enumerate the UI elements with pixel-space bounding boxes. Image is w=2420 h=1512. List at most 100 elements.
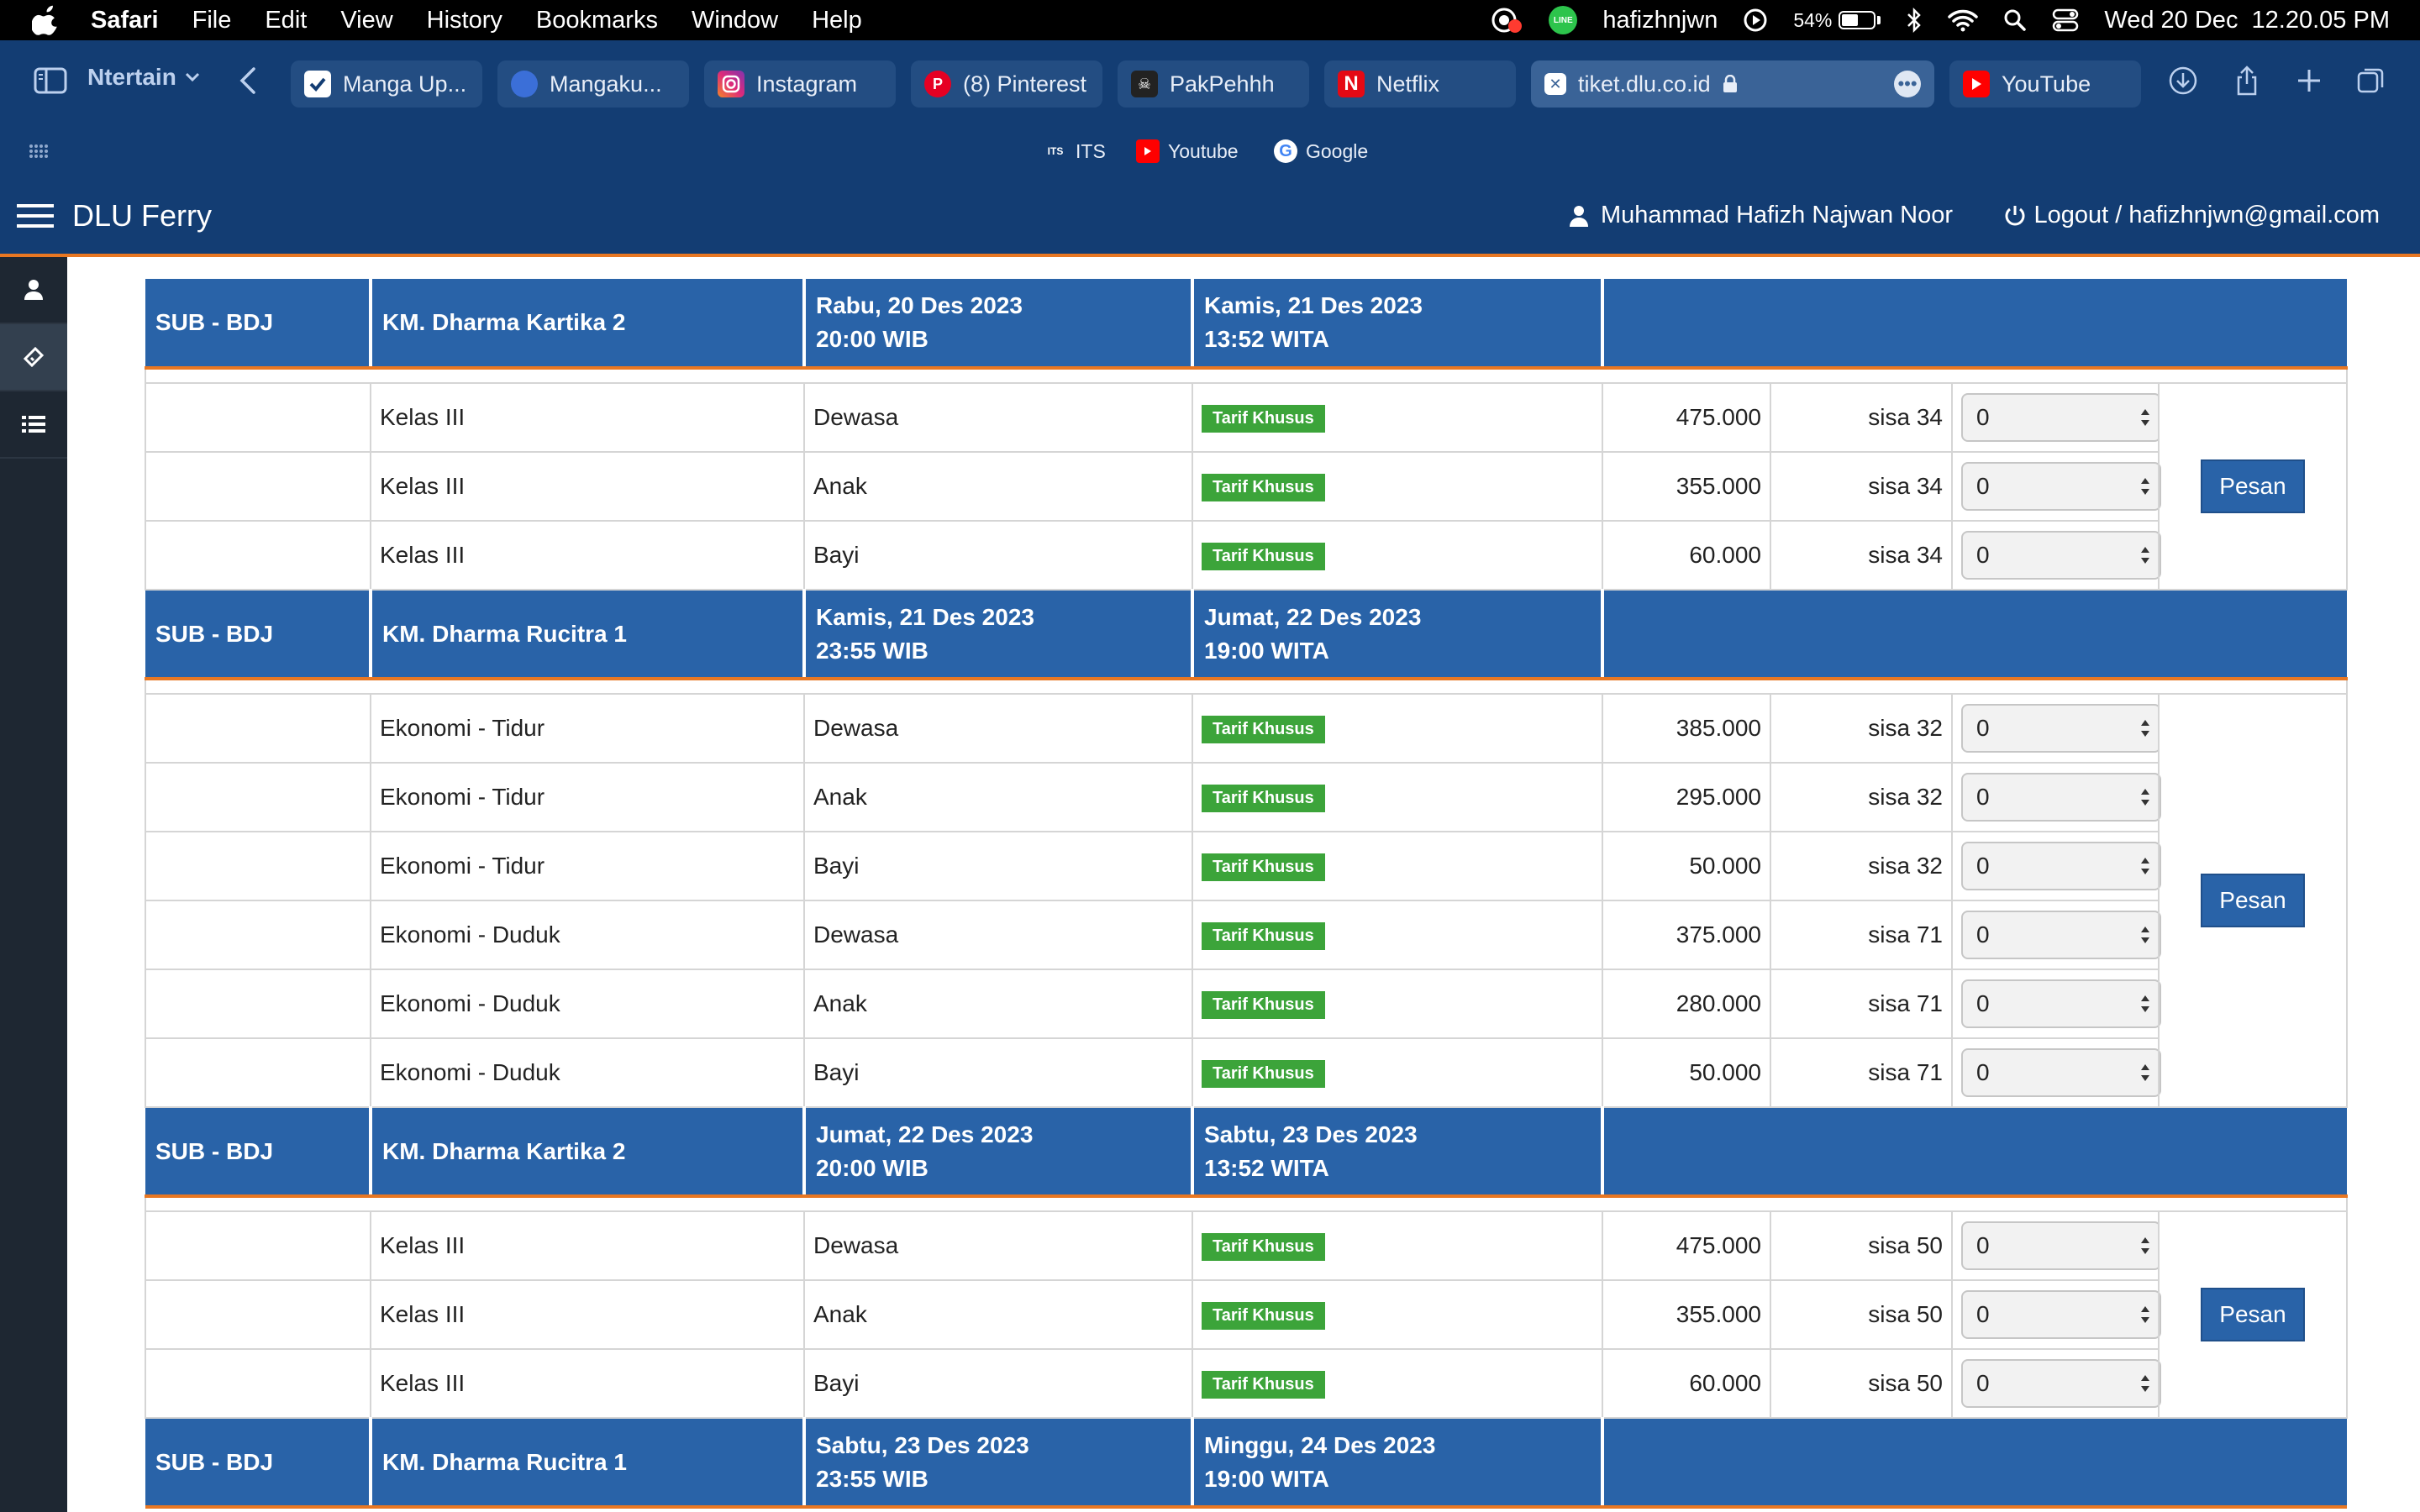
user-profile[interactable]: Muhammad Hafizh Najwan Noor: [1569, 202, 1953, 229]
tab-mangaku[interactable]: Mangaku...: [497, 60, 689, 108]
select-arrows-icon: [2141, 1064, 2149, 1081]
fare-remaining: sisa 50: [1770, 1279, 1953, 1350]
bluetooth-icon[interactable]: [1906, 7, 1923, 34]
menubar-clock[interactable]: Wed 20 Dec 12.20.05 PM: [2104, 7, 2390, 34]
quantity-select[interactable]: 0: [1961, 842, 2161, 890]
trip-route: SUB - BDJ: [145, 279, 372, 370]
favorite-its[interactable]: ITS ITS: [1044, 139, 1106, 163]
sidebar-item-list[interactable]: [0, 391, 67, 459]
tab-tiket-dlu-active[interactable]: ✕ tiket.dlu.co.id •••: [1531, 60, 1934, 108]
back-arrow-icon[interactable]: [237, 66, 260, 96]
tab-netflix[interactable]: N Netflix: [1324, 60, 1516, 108]
wifi-icon[interactable]: [1948, 8, 1979, 32]
favorite-google[interactable]: G Google: [1274, 139, 1368, 163]
quantity-select[interactable]: 0: [1961, 704, 2161, 753]
menu-history[interactable]: History: [427, 7, 502, 34]
menu-file[interactable]: File: [192, 7, 232, 34]
download-icon[interactable]: [2168, 66, 2198, 96]
fare-action-cell: Pesan: [2158, 1210, 2348, 1419]
arrival-date: Minggu, 24 Des 2023: [1204, 1431, 1436, 1458]
macos-menubar: Safari File Edit View History Bookmarks …: [0, 0, 2420, 40]
quantity-select[interactable]: 0: [1961, 531, 2161, 580]
quantity-select[interactable]: 0: [1961, 1290, 2161, 1339]
menu-bookmarks[interactable]: Bookmarks: [536, 7, 658, 34]
logout-link[interactable]: Logout / hafizhnjwn@gmail.com: [2004, 202, 2380, 229]
pesan-button[interactable]: Pesan: [2201, 459, 2305, 513]
quantity-select[interactable]: 0: [1961, 979, 2161, 1028]
sidebar-item-profile[interactable]: [0, 257, 67, 324]
fare-passenger-type: Dewasa: [803, 900, 1193, 970]
fare-blank-cell: [145, 900, 371, 970]
menu-safari[interactable]: Safari: [91, 7, 159, 34]
quantity-select[interactable]: 0: [1961, 462, 2161, 511]
fare-passenger-type: Anak: [803, 1279, 1193, 1350]
netflix-icon: N: [1338, 71, 1365, 97]
tarif-khusus-badge: Tarif Khusus: [1202, 991, 1325, 1019]
tarif-khusus-badge: Tarif Khusus: [1202, 785, 1325, 812]
trip-departure: Rabu, 20 Des 2023 20:00 WIB: [804, 279, 1194, 370]
apps-grid-icon[interactable]: [29, 143, 49, 160]
fare-qty-cell: 0: [1951, 1037, 2161, 1108]
departure-time: 20:00 WIB: [816, 1154, 929, 1181]
fare-blank-cell: [145, 520, 371, 591]
quantity-select[interactable]: 0: [1961, 1359, 2161, 1408]
sidebar-item-tickets[interactable]: [0, 324, 67, 391]
fare-remaining: sisa 32: [1770, 831, 1953, 901]
quantity-value: 0: [1976, 404, 1990, 430]
select-arrows-icon: [2141, 789, 2149, 806]
control-center-icon[interactable]: [2052, 8, 2079, 32]
sidebar-toggle-icon[interactable]: [34, 67, 67, 94]
battery-status[interactable]: 54%: [1793, 9, 1881, 32]
pesan-button[interactable]: Pesan: [2201, 1288, 2305, 1341]
tab-overview-icon[interactable]: [2356, 66, 2386, 96]
apple-icon[interactable]: [32, 5, 60, 35]
pesan-button[interactable]: Pesan: [2201, 874, 2305, 927]
tab-youtube[interactable]: YouTube: [1949, 60, 2141, 108]
new-tab-plus-icon[interactable]: [2294, 66, 2324, 96]
menu-window[interactable]: Window: [692, 7, 778, 34]
fare-tag-cell: Tarif Khusus: [1192, 1348, 1603, 1419]
quantity-select[interactable]: 0: [1961, 1221, 2161, 1270]
fare-class: Kelas III: [370, 451, 805, 522]
fare-tag-cell: Tarif Khusus: [1192, 382, 1603, 453]
quantity-select[interactable]: 0: [1961, 393, 2161, 442]
fare-row: Ekonomi - Tidur Anak Tarif Khusus 295.00…: [145, 762, 2347, 832]
tarif-khusus-badge: Tarif Khusus: [1202, 853, 1325, 881]
user-icon: [1569, 205, 1588, 227]
fare-qty-cell: 0: [1951, 693, 2161, 764]
fare-row: Kelas III Anak Tarif Khusus 355.000 sisa…: [145, 451, 2347, 522]
fare-passenger-type: Bayi: [803, 1348, 1193, 1419]
fare-remaining: sisa 34: [1770, 451, 1953, 522]
hamburger-menu-icon[interactable]: [17, 203, 54, 228]
arrival-time: 13:52 WITA: [1204, 1154, 1329, 1181]
fare-price: 475.000: [1602, 382, 1771, 453]
screen-record-icon[interactable]: [1490, 6, 1523, 34]
tab-pinterest[interactable]: P (8) Pinterest: [911, 60, 1102, 108]
more-options-icon[interactable]: •••: [1894, 71, 1921, 97]
favorite-youtube[interactable]: Youtube: [1136, 139, 1239, 163]
spotlight-search-icon[interactable]: [2003, 8, 2027, 32]
tab-label: Netflix: [1376, 71, 1440, 97]
menu-help[interactable]: Help: [812, 7, 862, 34]
youtube-icon: [1136, 139, 1160, 163]
menu-view[interactable]: View: [340, 7, 392, 34]
menu-edit[interactable]: Edit: [265, 7, 307, 34]
fare-price: 60.000: [1602, 520, 1771, 591]
tab-instagram[interactable]: Instagram: [704, 60, 896, 108]
menubar-username[interactable]: hafizhnjwn: [1602, 7, 1718, 34]
fare-blank-cell: [145, 762, 371, 832]
tab-pakpehhh[interactable]: ☠ PakPehhh: [1118, 60, 1309, 108]
quantity-select[interactable]: 0: [1961, 1048, 2161, 1097]
tab-manga-up[interactable]: Manga Up...: [291, 60, 482, 108]
play-circle-icon[interactable]: [1743, 8, 1768, 33]
site-brand[interactable]: DLU Ferry: [72, 198, 212, 234]
favorite-label: Youtube: [1168, 139, 1239, 162]
profile-selector[interactable]: Ntertain: [87, 64, 200, 91]
fare-tag-cell: Tarif Khusus: [1192, 451, 1603, 522]
quantity-select[interactable]: 0: [1961, 773, 2161, 822]
fare-price: 50.000: [1602, 831, 1771, 901]
schedule-content: SUB - BDJ KM. Dharma Kartika 2 Rabu, 20 …: [67, 257, 2420, 1512]
quantity-select[interactable]: 0: [1961, 911, 2161, 959]
share-icon[interactable]: [2232, 66, 2262, 96]
line-app-icon[interactable]: LINE: [1549, 6, 1578, 34]
